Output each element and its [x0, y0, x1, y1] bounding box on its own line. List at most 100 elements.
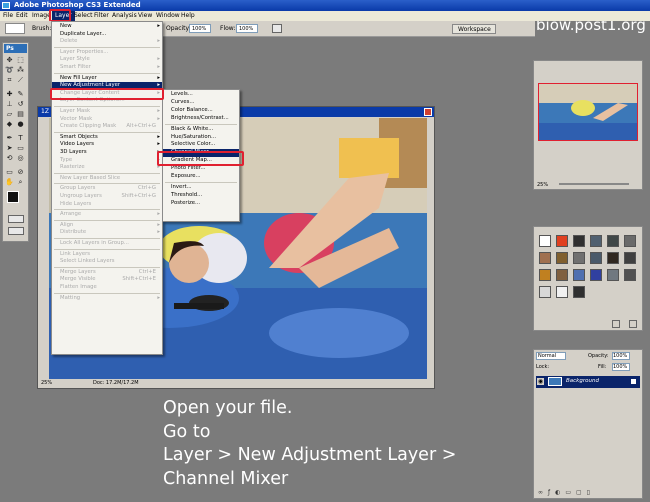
menu-item-align[interactable]: Align ▸ [52, 222, 162, 230]
menu-item-smart-objects[interactable]: Smart Objects ▸ [52, 134, 162, 142]
3d-rotate-icon[interactable]: ⟲ [5, 154, 14, 162]
style-swatch[interactable] [624, 269, 636, 281]
dodge-tool-icon[interactable]: ● [16, 120, 25, 128]
menu-item-merge-layers[interactable]: Merge Layers Ctrl+E [52, 269, 162, 277]
style-swatch[interactable] [539, 252, 551, 264]
layer-row-background[interactable]: ◉ Background [536, 376, 640, 388]
airbrush-icon[interactable] [272, 24, 282, 33]
menu-item-type[interactable]: Type ▸ [52, 157, 162, 165]
navigator-zoom-slider[interactable] [559, 183, 629, 185]
screen-mode-icon[interactable] [8, 227, 24, 235]
menu-item-group-layers[interactable]: Group Layers Ctrl+G [52, 185, 162, 193]
menu-item-smart-filter[interactable]: Smart Filter ▸ [52, 64, 162, 72]
style-swatch[interactable] [573, 235, 585, 247]
style-swatch[interactable] [590, 269, 602, 281]
style-swatch[interactable] [539, 235, 551, 247]
menu-select[interactable]: Select [74, 11, 93, 21]
brush-tool-icon[interactable]: ✎ [16, 90, 25, 98]
menu-item-layer-properties[interactable]: Layer Properties... [52, 49, 162, 57]
blend-mode-select[interactable]: Normal [536, 352, 566, 360]
magic-wand-tool-icon[interactable]: ⁂ [16, 66, 25, 74]
menu-item-arrange[interactable]: Arrange ▸ [52, 211, 162, 219]
layer-name[interactable]: Background [566, 378, 599, 384]
menu-item-hide-layers[interactable]: Hide Layers [52, 201, 162, 209]
menu-item-photo-filter[interactable]: Photo Filter... [163, 165, 239, 173]
eyedropper-tool-icon[interactable]: ⊘ [16, 168, 25, 176]
menu-window[interactable]: Window [156, 11, 180, 21]
brush-tool-icon[interactable] [5, 23, 25, 34]
style-swatch[interactable] [539, 269, 551, 281]
menu-item-hue-saturation[interactable]: Hue/Saturation... [163, 134, 239, 142]
pen-tool-icon[interactable]: ✒ [5, 134, 14, 142]
trash-icon[interactable] [629, 320, 637, 328]
menu-item-new-layer-based-slice[interactable]: New Layer Based Slice [52, 175, 162, 183]
history-brush-icon[interactable]: ↺ [16, 100, 25, 108]
menu-item-matting[interactable]: Matting ▸ [52, 295, 162, 303]
style-swatch[interactable] [607, 235, 619, 247]
menu-item-ungroup-layers[interactable]: Ungroup Layers Shift+Ctrl+G [52, 193, 162, 201]
menu-filter[interactable]: Filter [94, 11, 109, 21]
lasso-tool-icon[interactable]: ➰ [5, 66, 14, 74]
layer-panel-footer-icons[interactable]: ∞ƒ◐▭▢▯ [538, 489, 638, 497]
flow-input[interactable]: 100% [236, 24, 258, 33]
style-swatch[interactable] [539, 286, 551, 298]
style-swatch[interactable] [573, 286, 585, 298]
menu-item-black-white[interactable]: Black & White... [163, 126, 239, 134]
layer-opacity-input[interactable]: 100% [612, 352, 630, 360]
menu-edit[interactable]: Edit [16, 11, 28, 21]
blur-tool-icon[interactable]: ◆ [5, 120, 14, 128]
style-swatch[interactable] [590, 235, 602, 247]
menu-item-flatten-image[interactable]: Flatten Image [52, 284, 162, 292]
menu-item-vector-mask[interactable]: Vector Mask ▸ [52, 116, 162, 124]
workspace-button[interactable]: Workspace [452, 24, 496, 34]
menu-item-levels[interactable]: Levels... [163, 91, 239, 99]
new-style-icon[interactable] [612, 320, 620, 328]
menu-item-brightness-contrast[interactable]: Brightness/Contrast... [163, 115, 239, 123]
hand-tool-icon[interactable]: ✋ [5, 178, 14, 186]
fill-input[interactable]: 100% [612, 363, 630, 371]
menu-item-create-clipping-mask[interactable]: Create Clipping Mask Alt+Ctrl+G [52, 123, 162, 131]
type-tool-icon[interactable]: T [16, 134, 25, 142]
menu-item-selective-color[interactable]: Selective Color... [163, 141, 239, 149]
style-swatch[interactable] [607, 252, 619, 264]
menu-view[interactable]: View [138, 11, 152, 21]
zoom-tool-icon[interactable]: ⌕ [16, 178, 25, 186]
menu-item-3d-layers[interactable]: 3D Layers ▸ [52, 149, 162, 157]
menu-item-link-layers[interactable]: Link Layers [52, 251, 162, 259]
menu-item-invert[interactable]: Invert... [163, 184, 239, 192]
quick-mask-icon[interactable] [8, 215, 24, 223]
3d-orbit-icon[interactable]: ◎ [16, 154, 25, 162]
menu-item-select-linked-layers[interactable]: Select Linked Layers [52, 258, 162, 266]
menu-item-duplicate-layer[interactable]: Duplicate Layer... [52, 31, 162, 39]
navigator-zoom[interactable]: 25% [537, 182, 548, 188]
style-swatch[interactable] [590, 252, 602, 264]
menu-item-exposure[interactable]: Exposure... [163, 173, 239, 181]
gradient-tool-icon[interactable]: ▤ [16, 110, 25, 118]
menu-item-video-layers[interactable]: Video Layers ▸ [52, 141, 162, 149]
style-swatch[interactable] [573, 269, 585, 281]
notes-tool-icon[interactable]: ▭ [5, 168, 14, 176]
marquee-tool-icon[interactable]: ⬚ [16, 56, 25, 64]
menu-item-new-fill-layer[interactable]: New Fill Layer ▸ [52, 75, 162, 83]
menu-item-color-balance[interactable]: Color Balance... [163, 107, 239, 115]
eraser-tool-icon[interactable]: ▱ [5, 110, 14, 118]
menu-item-distribute[interactable]: Distribute ▸ [52, 229, 162, 237]
style-swatch[interactable] [607, 269, 619, 281]
menu-image[interactable]: Image [32, 11, 51, 21]
document-close-icon[interactable] [424, 108, 432, 116]
menu-item-new[interactable]: New ▸ [52, 23, 162, 31]
opacity-input[interactable]: 100% [189, 24, 211, 33]
menu-item-curves[interactable]: Curves... [163, 99, 239, 107]
path-select-icon[interactable]: ➤ [5, 144, 14, 152]
style-swatch[interactable] [624, 252, 636, 264]
shape-tool-icon[interactable]: ▭ [16, 144, 25, 152]
crop-tool-icon[interactable]: ⌗ [5, 76, 14, 84]
eye-icon[interactable]: ◉ [537, 378, 544, 385]
menu-item-layer-mask[interactable]: Layer Mask ▸ [52, 108, 162, 116]
menu-item-posterize[interactable]: Posterize... [163, 200, 239, 208]
foreground-color-swatch[interactable] [7, 191, 19, 203]
menu-item-lock-all-layers-in-group[interactable]: Lock All Layers in Group... [52, 240, 162, 248]
style-swatch[interactable] [556, 286, 568, 298]
style-swatch[interactable] [624, 235, 636, 247]
style-swatch[interactable] [556, 252, 568, 264]
